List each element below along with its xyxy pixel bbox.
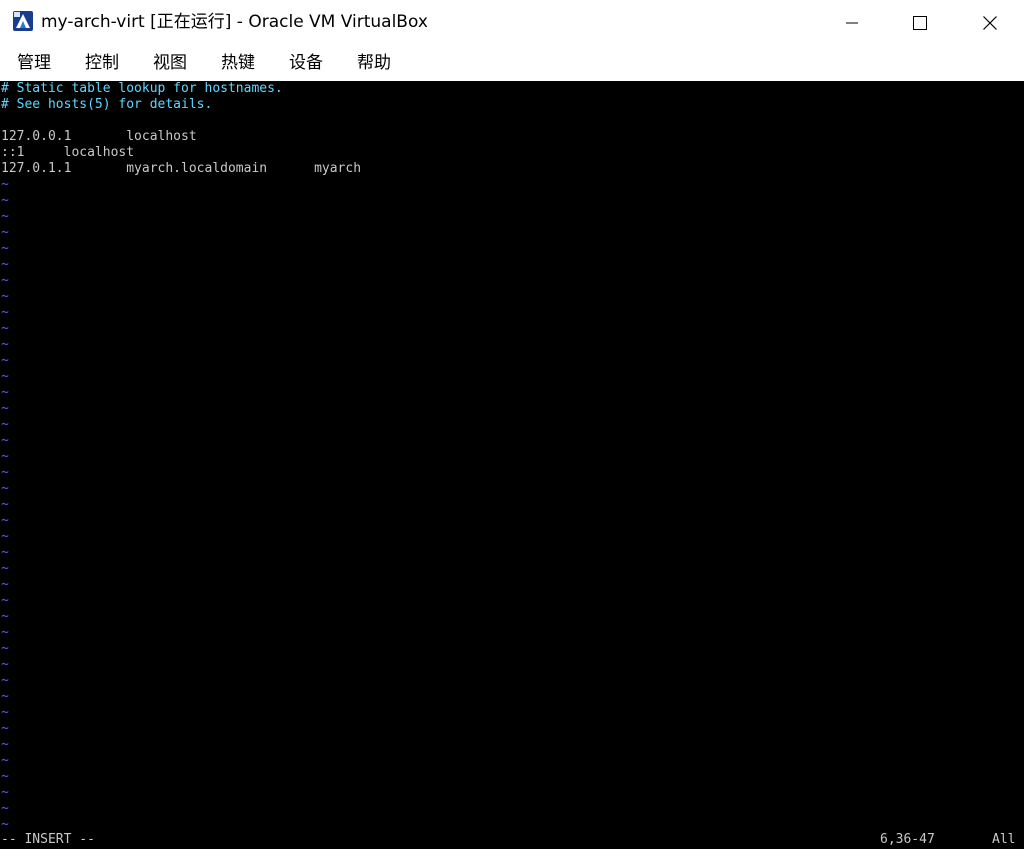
empty-line-tilde: ~ (1, 465, 9, 480)
empty-line-tilde: ~ (1, 353, 9, 368)
file-line: # See hosts(5) for details. (1, 97, 213, 112)
close-button[interactable] (956, 0, 1024, 45)
virtualbox-icon (13, 11, 33, 31)
file-line: 127.0.0.1 localhost (1, 129, 197, 144)
maximize-icon (913, 15, 927, 30)
file-line: ::1 localhost (1, 145, 135, 160)
menu-item-manage[interactable]: 管理 (17, 52, 51, 74)
empty-line-tilde: ~ (1, 705, 9, 720)
empty-line-tilde: ~ (1, 593, 9, 608)
vim-scroll-indicator: All (992, 832, 1016, 847)
menu-item-hotkey[interactable]: 热键 (221, 52, 255, 74)
menu-item-control[interactable]: 控制 (85, 52, 119, 74)
empty-line-tilde: ~ (1, 257, 9, 272)
maximize-button[interactable] (886, 0, 954, 45)
menu-bar: 管理 控制 视图 热键 设备 帮助 (0, 45, 1026, 81)
empty-line-tilde: ~ (1, 241, 9, 256)
empty-line-tilde: ~ (1, 529, 9, 544)
empty-line-tilde: ~ (1, 497, 9, 512)
menu-item-devices[interactable]: 设备 (289, 52, 323, 74)
empty-line-tilde: ~ (1, 401, 9, 416)
empty-line-tilde: ~ (1, 609, 9, 624)
empty-line-tilde: ~ (1, 785, 9, 800)
empty-line-tilde: ~ (1, 481, 9, 496)
empty-line-tilde: ~ (1, 385, 9, 400)
empty-line-tilde: ~ (1, 545, 9, 560)
empty-line-tilde: ~ (1, 449, 9, 464)
empty-line-tilde: ~ (1, 273, 9, 288)
title-bar[interactable]: my-arch-virt [正在运行] - Oracle VM VirtualB… (0, 0, 1026, 45)
empty-line-tilde: ~ (1, 209, 9, 224)
minimize-button[interactable] (818, 0, 886, 45)
empty-line-tilde: ~ (1, 625, 9, 640)
empty-line-tilde: ~ (1, 321, 9, 336)
menu-item-view[interactable]: 视图 (153, 52, 187, 74)
empty-line-tilde: ~ (1, 289, 9, 304)
empty-line-tilde: ~ (1, 337, 9, 352)
close-icon (983, 15, 997, 30)
empty-line-tilde: ~ (1, 433, 9, 448)
empty-line-tilde: ~ (1, 305, 9, 320)
empty-line-tilde: ~ (1, 225, 9, 240)
empty-line-tilde: ~ (1, 673, 9, 688)
minimize-icon (846, 22, 858, 23)
empty-line-tilde: ~ (1, 689, 9, 704)
empty-line-tilde: ~ (1, 657, 9, 672)
window-title: my-arch-virt [正在运行] - Oracle VM VirtualB… (41, 12, 428, 32)
empty-line-tilde: ~ (1, 513, 9, 528)
empty-line-tilde: ~ (1, 753, 9, 768)
file-line: 127.0.1.1 myarch.localdomain myarch (1, 161, 362, 176)
empty-line-tilde: ~ (1, 417, 9, 432)
vm-screen[interactable]: -- INSERT -- 6,36-47 All # Static table … (0, 81, 1024, 849)
empty-line-tilde: ~ (1, 641, 9, 656)
empty-line-tilde: ~ (1, 769, 9, 784)
empty-line-tilde: ~ (1, 577, 9, 592)
vim-mode-indicator: -- INSERT -- (1, 832, 95, 847)
empty-line-tilde: ~ (1, 177, 9, 192)
empty-line-tilde: ~ (1, 721, 9, 736)
empty-line-tilde: ~ (1, 817, 9, 832)
empty-line-tilde: ~ (1, 369, 9, 384)
file-line: # Static table lookup for hostnames. (1, 81, 283, 96)
empty-line-tilde: ~ (1, 561, 9, 576)
menu-item-help[interactable]: 帮助 (357, 52, 391, 74)
vim-cursor-position: 6,36-47 (880, 832, 935, 847)
empty-line-tilde: ~ (1, 193, 9, 208)
virtualbox-window: my-arch-virt [正在运行] - Oracle VM VirtualB… (0, 0, 1026, 849)
empty-line-tilde: ~ (1, 737, 9, 752)
empty-line-tilde: ~ (1, 801, 9, 816)
